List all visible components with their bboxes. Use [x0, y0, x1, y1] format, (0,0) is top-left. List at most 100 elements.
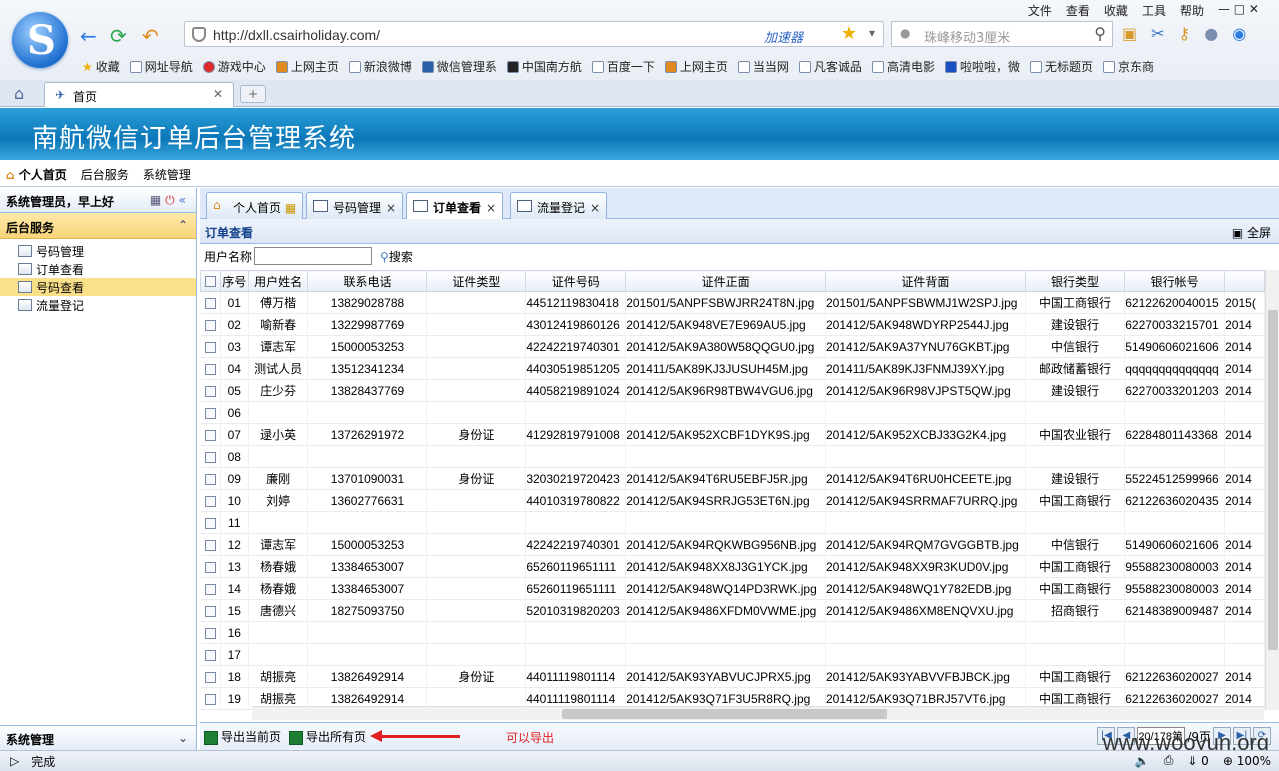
- refresh-icon[interactable]: ⟳: [110, 24, 127, 48]
- row-checkbox[interactable]: [200, 555, 221, 578]
- bookmark-item[interactable]: 网址导航: [128, 58, 201, 75]
- settings-icon[interactable]: ▦: [150, 193, 161, 208]
- table-row[interactable]: 14 杨春娥 13384653007 65260119651111 201412/5AK…: [200, 577, 1265, 600]
- horizontal-scrollbar[interactable]: [252, 706, 1264, 720]
- table-row[interactable]: 17: [200, 643, 1265, 666]
- column-header[interactable]: 证件类型: [426, 270, 527, 292]
- select-all-checkbox[interactable]: [200, 270, 221, 292]
- bookmark-item[interactable]: 上网主页: [663, 58, 736, 75]
- table-row[interactable]: 03 谭志军 15000053253 42242219740301 201412/5AK…: [200, 335, 1265, 358]
- column-header[interactable]: [1224, 270, 1265, 292]
- row-checkbox[interactable]: [200, 313, 221, 336]
- column-header[interactable]: 用户姓名: [247, 270, 309, 292]
- column-header[interactable]: 银行帐号: [1124, 270, 1226, 292]
- row-checkbox[interactable]: [200, 621, 221, 644]
- tree-item-traffic-register[interactable]: 流量登记: [18, 296, 196, 314]
- play-icon[interactable]: ▷: [10, 754, 19, 768]
- row-checkbox[interactable]: [200, 665, 221, 688]
- accelerator-label[interactable]: 加速器: [764, 27, 803, 46]
- row-checkbox[interactable]: [200, 643, 221, 666]
- power-icon[interactable]: ⏻: [165, 193, 175, 208]
- table-row[interactable]: 18 胡振亮 13826492914 身份证 44011119801114 201412/…: [200, 665, 1265, 688]
- column-header[interactable]: 银行类型: [1024, 270, 1126, 292]
- clipboard-icon[interactable]: ▣: [1122, 24, 1137, 43]
- table-row[interactable]: 01 傅万楷 13829028788 44512119830418 201501/5AN…: [200, 291, 1265, 314]
- nav-system[interactable]: 系统管理: [143, 166, 191, 183]
- bookmark-item[interactable]: 新浪微博: [347, 58, 420, 75]
- username-search-input[interactable]: [254, 247, 373, 265]
- export-all-button[interactable]: 导出所有页: [289, 728, 366, 745]
- bookmark-item[interactable]: 微信管理系: [420, 58, 505, 75]
- speaker-icon[interactable]: 🔈: [1135, 754, 1150, 768]
- menu-item[interactable]: 文件: [1028, 2, 1052, 19]
- bookmark-item[interactable]: 游戏中心: [201, 58, 274, 75]
- home-icon[interactable]: ⌂: [14, 84, 24, 103]
- search-button[interactable]: ⚲搜索: [380, 248, 413, 265]
- bookmark-item[interactable]: 中国南方航: [505, 58, 590, 75]
- column-header[interactable]: 序号: [219, 270, 249, 292]
- collapse-icon[interactable]: «: [179, 193, 186, 208]
- url-text[interactable]: http://dxll.csairholiday.com/: [213, 27, 380, 43]
- more-icon[interactable]: ●: [1204, 24, 1218, 43]
- export-current-button[interactable]: 导出当前页: [204, 728, 281, 745]
- row-checkbox[interactable]: [200, 599, 221, 622]
- close-icon[interactable]: ✕: [213, 87, 223, 101]
- bookmark-item[interactable]: 当当网: [736, 58, 797, 75]
- chevron-up-icon[interactable]: ⌃: [178, 218, 188, 232]
- tab-home[interactable]: ⌂ 个人首页 ▦: [206, 192, 304, 219]
- key-icon[interactable]: ⚷: [1179, 24, 1191, 43]
- table-row[interactable]: 08: [200, 445, 1265, 468]
- row-checkbox[interactable]: [200, 379, 221, 402]
- close-icon[interactable]: ×: [486, 201, 496, 215]
- star-icon[interactable]: ★: [841, 23, 857, 44]
- row-checkbox[interactable]: [200, 577, 221, 600]
- bookmark-item[interactable]: 百度一下: [590, 58, 663, 75]
- close-icon[interactable]: ×: [386, 201, 396, 215]
- row-checkbox[interactable]: [200, 511, 221, 534]
- section-header[interactable]: 后台服务 ⌃: [0, 213, 196, 239]
- table-row[interactable]: 06: [200, 401, 1265, 424]
- nav-services[interactable]: 后台服务: [81, 166, 129, 183]
- bookmark-item[interactable]: 高清电影: [870, 58, 943, 75]
- tab-traffic-register[interactable]: 流量登记 ×: [510, 192, 608, 219]
- table-row[interactable]: 12 谭志军 15000053253 42242219740301 201412/5AK…: [200, 533, 1265, 556]
- table-row[interactable]: 16: [200, 621, 1265, 644]
- bookmark-item[interactable]: 凡客诚品: [797, 58, 870, 75]
- back-icon[interactable]: ←: [80, 24, 97, 48]
- table-row[interactable]: 05 庄少芬 13828437769 44058219891024 201412/5AK…: [200, 379, 1265, 402]
- row-checkbox[interactable]: [200, 291, 221, 314]
- chevron-down-icon[interactable]: ▾: [869, 26, 875, 40]
- bookmark-item[interactable]: 啦啦啦，微: [943, 58, 1028, 75]
- tab-number-manage[interactable]: 号码管理 ×: [306, 192, 404, 219]
- table-row[interactable]: 11: [200, 511, 1265, 534]
- row-checkbox[interactable]: [200, 533, 221, 556]
- bookmark-item[interactable]: 上网主页: [274, 58, 347, 75]
- menu-item[interactable]: 工具: [1142, 2, 1166, 19]
- scissors-icon[interactable]: ✂: [1151, 24, 1164, 43]
- row-checkbox[interactable]: [200, 709, 221, 710]
- undo-icon[interactable]: ↶: [142, 24, 159, 48]
- chevron-down-icon[interactable]: ⌄: [178, 731, 188, 745]
- row-checkbox[interactable]: [200, 467, 221, 490]
- bookmark-item[interactable]: 京东商: [1101, 58, 1162, 75]
- row-checkbox[interactable]: [200, 489, 221, 512]
- table-row[interactable]: 02 喻新春 13229987769 43012419860126 201412/5AK…: [200, 313, 1265, 336]
- table-row[interactable]: 15 唐德兴 18275093750 52010319820203 201412/5AK…: [200, 599, 1265, 622]
- search-icon[interactable]: ⚲: [1094, 24, 1106, 43]
- bookmark-item[interactable]: ★ 收藏: [80, 58, 128, 75]
- row-checkbox[interactable]: [200, 423, 221, 446]
- table-row[interactable]: 10 刘婷 13602776631 44010319780822 201412/5AK9…: [200, 489, 1265, 512]
- table-row[interactable]: 09 廉刚 13701090031 身份证 32030219720423 201412/5…: [200, 467, 1265, 490]
- row-checkbox[interactable]: [200, 335, 221, 358]
- browser-search[interactable]: ● 珠峰移动3厘米 ⚲: [891, 21, 1113, 47]
- printer-icon[interactable]: ⎙: [1164, 753, 1174, 768]
- tree-item-number-view[interactable]: 号码查看: [0, 278, 196, 296]
- scroll-thumb[interactable]: [1268, 310, 1278, 650]
- column-header[interactable]: 证件背面: [825, 270, 1026, 292]
- table-row[interactable]: 04 测试人员 13512341234 44030519851205 201411/5A…: [200, 357, 1265, 380]
- system-section-header[interactable]: 系统管理 ⌄: [0, 725, 196, 750]
- row-checkbox[interactable]: [200, 687, 221, 710]
- new-tab-button[interactable]: +: [240, 85, 266, 103]
- zoom-level[interactable]: ⊕ 100%: [1223, 754, 1271, 768]
- globe-icon[interactable]: ◉: [1232, 24, 1246, 43]
